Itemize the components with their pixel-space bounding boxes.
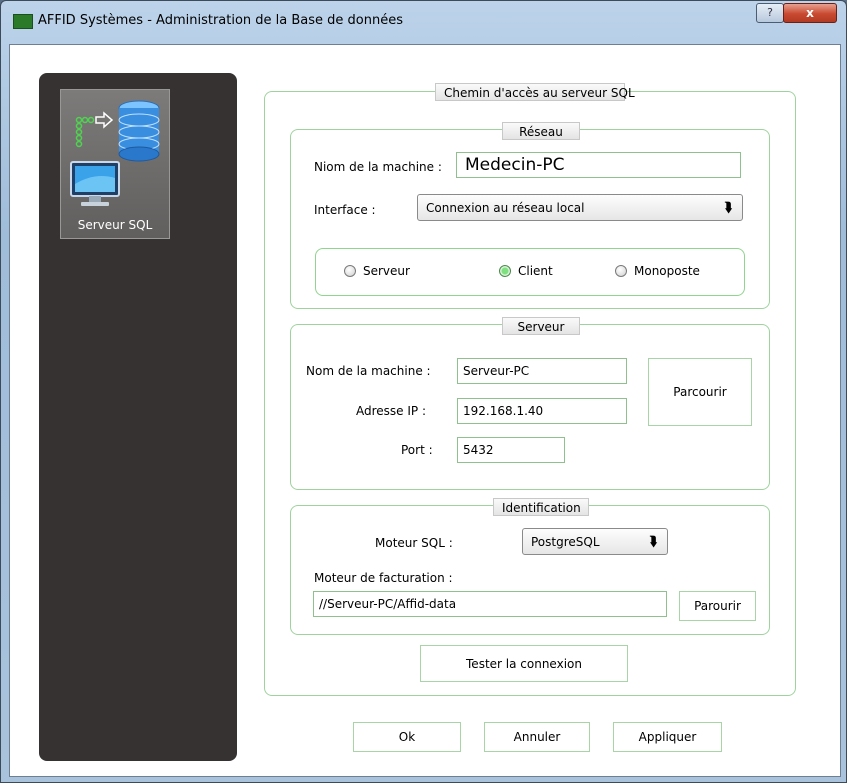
apply-button[interactable]: Appliquer [613, 722, 722, 752]
radio-monoposte-label: Monoposte [634, 264, 700, 278]
test-connection-button[interactable]: Tester la connexion [420, 645, 628, 682]
sql-path-title: Chemin d'accès au serveur SQL [435, 83, 635, 101]
ip-address-field[interactable]: 192.168.1.40 [457, 398, 627, 424]
serveur-legend: Serveur [502, 317, 580, 335]
ok-button[interactable]: Ok [353, 722, 461, 752]
billing-browse-button[interactable]: Parourir [679, 591, 756, 621]
dropdown-arrow-icon: ⮯ [724, 200, 732, 215]
port-field[interactable]: 5432 [457, 437, 565, 463]
radio-client-label: Client [518, 264, 553, 278]
reseau-legend: Réseau [502, 122, 580, 140]
server-browse-button[interactable]: Parcourir [648, 358, 752, 426]
sql-engine-select[interactable]: PostgreSQL ⮯ [522, 528, 668, 555]
sql-engine-select-value: PostgreSQL [531, 534, 600, 549]
serveur-group: Serveur Nom de la machine : Serveur-PC A… [290, 317, 770, 490]
radio-client-circle[interactable] [499, 265, 511, 277]
app-logo-icon [13, 14, 33, 29]
machine-name-label: Niom de la machine : [314, 160, 442, 174]
billing-engine-label: Moteur de facturation : [314, 571, 453, 585]
reseau-group: Réseau Niom de la machine : Medecin-PC I… [290, 122, 770, 309]
radio-serveur-label: Serveur [363, 264, 410, 278]
interface-select[interactable]: Connexion au réseau local ⮯ [417, 194, 743, 221]
billing-engine-field[interactable]: //Serveur-PC/Affid-data [313, 591, 667, 617]
sidebar-item-label: Serveur SQL [77, 218, 153, 232]
close-button[interactable]: x [783, 3, 837, 23]
sql-engine-label: Moteur SQL : [375, 536, 453, 550]
server-machine-field[interactable]: Serveur-PC [457, 358, 627, 384]
identification-legend: Identification [493, 498, 589, 516]
title-bar[interactable]: AFFID Systèmes - Administration de la Ba… [1, 1, 846, 35]
machine-name-field[interactable]: Medecin-PC [456, 152, 741, 178]
help-button[interactable]: ? [756, 3, 784, 23]
dialog-client-area: Serveur SQL Chemin d'accès au serveur SQ… [9, 44, 841, 777]
interface-label: Interface : [314, 203, 376, 217]
sql-path-group: Chemin d'accès au serveur SQL Réseau Nio… [264, 83, 796, 696]
dialog-window: AFFID Systèmes - Administration de la Ba… [0, 0, 847, 783]
radio-client[interactable]: Client [499, 264, 553, 278]
port-label: Port : [401, 443, 433, 457]
window-title: AFFID Systèmes - Administration de la Ba… [38, 13, 404, 28]
database-server-icon [70, 100, 160, 206]
mode-radio-group: Serveur Client Monoposte [315, 248, 745, 296]
cancel-button[interactable]: Annuler [484, 722, 590, 752]
radio-monoposte-circle[interactable] [615, 265, 627, 277]
identification-group: Identification Moteur SQL : PostgreSQL ⮯… [290, 498, 770, 635]
radio-monoposte[interactable]: Monoposte [615, 264, 700, 278]
dropdown-arrow-icon: ⮯ [649, 534, 657, 549]
interface-select-value: Connexion au réseau local [426, 200, 585, 215]
server-machine-label: Nom de la machine : [306, 364, 431, 378]
radio-serveur-circle[interactable] [344, 265, 356, 277]
ip-address-label: Adresse IP : [356, 404, 427, 418]
sidebar-item-serveur-sql[interactable]: Serveur SQL [60, 89, 170, 239]
sidebar: Serveur SQL [39, 73, 237, 761]
radio-serveur[interactable]: Serveur [344, 264, 410, 278]
